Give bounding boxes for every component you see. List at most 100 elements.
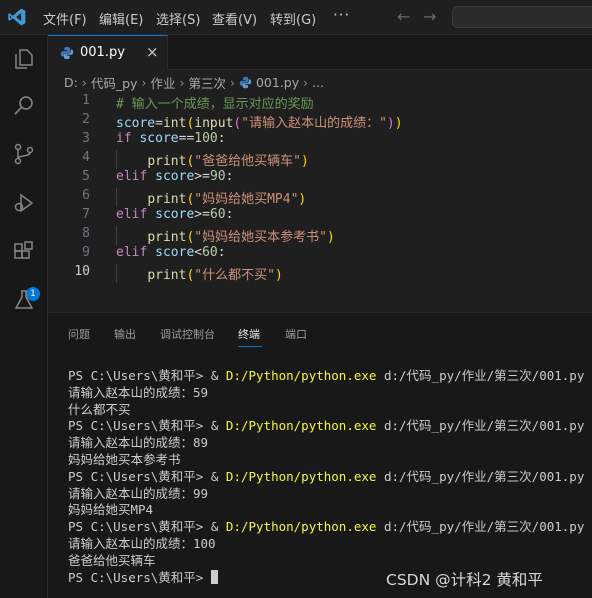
code-line: print("妈妈给她买MP4") bbox=[116, 188, 306, 207]
code-line: if score==100: bbox=[116, 131, 226, 146]
menu-view[interactable]: 查看(V) bbox=[212, 9, 257, 28]
code-token: ) bbox=[326, 230, 335, 245]
code-token: print bbox=[147, 230, 187, 245]
line-number: 3 bbox=[82, 131, 90, 146]
breadcrumb-item-folder[interactable]: 代码_py bbox=[91, 73, 138, 92]
terminal-script-path: d:/代码_py/作业/第三次/001.py bbox=[376, 468, 585, 484]
terminal-script-path: d:/代码_py/作业/第三次/001.py bbox=[376, 368, 585, 383]
chevron-right-icon: › bbox=[179, 75, 185, 90]
line-number: 10 bbox=[74, 264, 90, 279]
code-token: : bbox=[217, 131, 226, 146]
breadcrumb-item-folder[interactable]: 第三次 bbox=[188, 73, 226, 92]
code-line: # 输入一个成绩，显示对应的奖励 bbox=[116, 93, 314, 112]
nav-forward-icon[interactable]: → bbox=[423, 7, 436, 26]
code-token: ) bbox=[300, 154, 309, 169]
activity-bar: 1 bbox=[0, 35, 48, 598]
line-number: 9 bbox=[82, 245, 90, 260]
code-token: score bbox=[155, 169, 195, 184]
code-token: 90 bbox=[209, 169, 226, 184]
code-token: print bbox=[147, 154, 187, 169]
explorer-icon[interactable] bbox=[12, 47, 36, 71]
terminal-script-path: d:/代码_py/作业/第三次/001.py bbox=[376, 519, 585, 535]
menu-more-button[interactable]: ··· bbox=[333, 6, 350, 24]
code-token: ) bbox=[298, 192, 307, 207]
code-token: 60 bbox=[209, 207, 226, 222]
code-editor[interactable]: 1 # 输入一个成绩，显示对应的奖励 2 score=int(input("请输入赵本… bbox=[48, 93, 592, 283]
code-token: score bbox=[139, 131, 179, 146]
code-token: input bbox=[194, 116, 234, 131]
code-token: 60 bbox=[202, 245, 218, 260]
tab-ports[interactable]: 端口 bbox=[285, 326, 307, 342]
tab-terminal[interactable]: 终端 bbox=[238, 326, 260, 342]
line-number: 8 bbox=[82, 226, 90, 241]
code-line: score=int(input("请输入赵本山的成绩：")) bbox=[116, 112, 403, 131]
source-control-icon[interactable] bbox=[12, 142, 36, 166]
breadcrumb-item-symbol[interactable]: ... bbox=[312, 75, 324, 90]
menu-selection[interactable]: 选择(S) bbox=[156, 9, 200, 28]
code-token: >= bbox=[194, 169, 210, 184]
code-token: < bbox=[194, 245, 203, 260]
chevron-right-icon: › bbox=[303, 75, 309, 90]
search-icon[interactable] bbox=[12, 94, 36, 118]
code-token: print bbox=[147, 268, 187, 283]
run-debug-icon[interactable] bbox=[12, 191, 36, 215]
menu-file[interactable]: 文件(F) bbox=[43, 9, 87, 28]
line-number: 5 bbox=[82, 169, 90, 184]
line-number: 1 bbox=[82, 93, 90, 108]
code-token: ) bbox=[394, 116, 403, 131]
bottom-panel: 问题 输出 调试控制台 终端 端口 PS C:\Users\黄和平> & D:/… bbox=[48, 312, 592, 598]
code-token: : bbox=[225, 169, 234, 184]
code-token: : bbox=[225, 207, 234, 222]
breadcrumb: D: › 代码_py › 作业 › 第三次 › 001.py ›... bbox=[64, 73, 324, 93]
code-token: : bbox=[217, 245, 226, 260]
code-token: # 输入一个成绩，显示对应的奖励 bbox=[116, 97, 314, 112]
breadcrumb-item-drive[interactable]: D: bbox=[64, 75, 78, 90]
code-token: score bbox=[155, 207, 195, 222]
tab-close-icon[interactable]: × bbox=[146, 43, 159, 61]
breadcrumb-item-file[interactable]: 001.py bbox=[256, 75, 299, 90]
terminal-prompt: PS C:\Users\黄和平> bbox=[68, 569, 211, 585]
code-token: = bbox=[155, 116, 163, 131]
code-line: print("什么都不买") bbox=[116, 264, 283, 283]
code-line: elif score<60: bbox=[116, 245, 226, 260]
code-token: "妈妈给她买本参考书" bbox=[194, 230, 327, 245]
terminal-line: PS C:\Users\黄和平> bbox=[68, 567, 218, 586]
tab-debug-console[interactable]: 调试控制台 bbox=[160, 326, 215, 342]
editor-tab-bar: 001.py × bbox=[48, 35, 592, 70]
terminal-exe-path: D:/Python/python.exe bbox=[225, 418, 377, 434]
testing-flask-icon[interactable] bbox=[12, 288, 36, 312]
code-token: int bbox=[162, 116, 187, 131]
code-token: elif bbox=[116, 169, 156, 184]
code-token: "什么都不买" bbox=[194, 268, 275, 283]
terminal-exe-path: D:/Python/python.exe bbox=[225, 368, 377, 383]
terminal-prompt: PS C:\Users\黄和平> & bbox=[68, 468, 226, 484]
title-bar: 文件(F) 编辑(E) 选择(S) 查看(V) 转到(G) ··· ← → bbox=[0, 0, 592, 35]
code-token: if bbox=[116, 131, 140, 146]
active-tab-indicator bbox=[238, 346, 262, 347]
code-token: "请输入赵本山的成绩：" bbox=[241, 116, 387, 131]
code-token: ) bbox=[386, 116, 395, 131]
code-token: print bbox=[147, 192, 187, 207]
command-center-search[interactable] bbox=[452, 6, 592, 28]
indent-guide bbox=[116, 188, 117, 207]
code-token: ) bbox=[274, 268, 283, 283]
code-token: 100 bbox=[194, 131, 218, 146]
breadcrumb-item-folder[interactable]: 作业 bbox=[150, 73, 175, 92]
python-file-icon bbox=[60, 46, 74, 60]
code-token: elif bbox=[116, 245, 156, 260]
tab-problems[interactable]: 问题 bbox=[68, 326, 90, 342]
line-number: 7 bbox=[82, 207, 90, 222]
extensions-icon[interactable] bbox=[12, 240, 36, 264]
tab-output[interactable]: 输出 bbox=[114, 326, 136, 342]
code-token: score bbox=[155, 245, 195, 260]
chevron-right-icon: › bbox=[229, 75, 235, 90]
tab-001-py[interactable]: 001.py × bbox=[48, 35, 168, 70]
code-token: score bbox=[116, 116, 156, 131]
line-number: 6 bbox=[82, 188, 90, 203]
chevron-right-icon: › bbox=[141, 75, 147, 90]
nav-back-icon[interactable]: ← bbox=[397, 7, 410, 26]
menu-go[interactable]: 转到(G) bbox=[270, 9, 316, 28]
menu-edit[interactable]: 编辑(E) bbox=[99, 9, 143, 28]
